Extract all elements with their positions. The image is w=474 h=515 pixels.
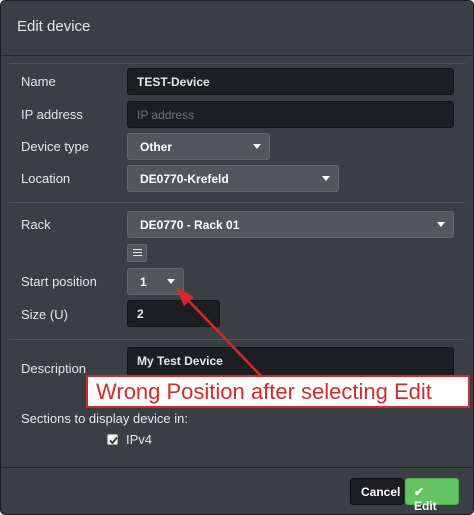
ipv4-label: IPv4 [126, 432, 153, 447]
start-position-select[interactable]: 1 [127, 268, 184, 295]
size-label: Size (U) [21, 307, 68, 322]
ip-address-label: IP address [21, 107, 83, 122]
edit-device-dialog: Edit device Name TEST-Device IP address … [0, 0, 474, 515]
checkmark-icon [109, 436, 118, 445]
ipv4-checkbox[interactable] [107, 434, 118, 445]
ip-address-input[interactable]: IP address [127, 101, 454, 128]
device-type-select[interactable]: Other [127, 133, 270, 160]
rack-select[interactable]: DE0770 - Rack 01 [127, 211, 454, 238]
divider [9, 339, 465, 340]
rack-value: DE0770 - Rack 01 [140, 218, 240, 232]
name-value: TEST-Device [137, 75, 210, 89]
size-input[interactable]: 2 [127, 300, 220, 327]
rack-label: Rack [21, 217, 51, 232]
size-value: 2 [137, 307, 144, 321]
divider [9, 63, 465, 64]
divider [9, 202, 465, 203]
annotation-text: Wrong Position after selecting Edit [96, 379, 432, 404]
description-label: Description [21, 361, 87, 376]
caret-down-icon [322, 176, 330, 181]
name-label: Name [21, 74, 56, 89]
rack-view-button[interactable] [127, 244, 147, 262]
dialog-title: Edit device [17, 18, 91, 35]
caret-down-icon [437, 222, 445, 227]
annotation-callout: Wrong Position after selecting Edit [86, 375, 470, 408]
start-position-label: Start position [21, 274, 97, 289]
device-type-value: Other [140, 140, 173, 154]
sections-label: Sections to display device in: [21, 411, 188, 426]
caret-down-icon [167, 279, 175, 284]
cancel-label: Cancel [361, 485, 401, 499]
location-value: DE0770-Krefeld [140, 172, 229, 186]
location-label: Location [21, 171, 71, 186]
dialog-header: Edit device [1, 1, 473, 56]
description-value: My Test Device [137, 354, 223, 368]
caret-down-icon [253, 144, 261, 149]
start-position-value: 1 [140, 275, 147, 289]
location-select[interactable]: DE0770-Krefeld [127, 165, 339, 192]
cancel-button[interactable]: Cancel [350, 478, 404, 505]
checkmark-icon: ✔ [414, 485, 425, 499]
ip-address-placeholder: IP address [137, 108, 195, 122]
dialog-footer-divider [1, 467, 473, 468]
edit-label: Edit [414, 499, 437, 513]
device-type-label: Device type [21, 139, 89, 154]
edit-button[interactable]: ✔Edit [405, 478, 459, 513]
name-input[interactable]: TEST-Device [127, 68, 454, 95]
